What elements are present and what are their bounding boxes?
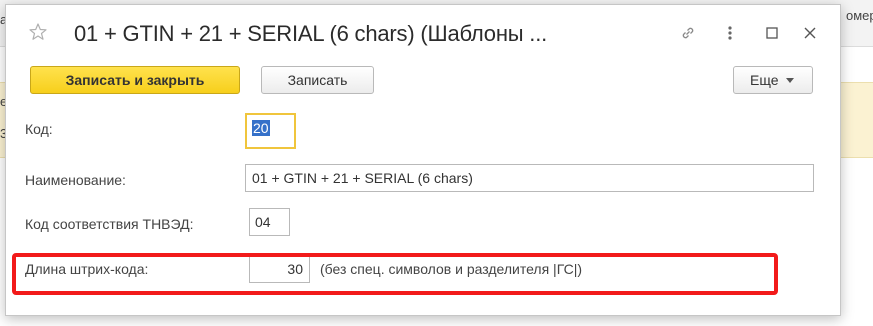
barcode-length-note: (без спец. символов и разделителя |ГС|) [320,261,583,277]
more-vertical-icon[interactable] [720,23,740,43]
name-input[interactable]: 01 + GTIN + 21 + SERIAL (6 chars) [245,164,814,192]
tnved-input[interactable]: 04 [249,208,290,236]
chevron-down-icon [785,77,794,83]
tnved-label: Код соответствия ТНВЭД: [25,216,194,232]
save-button[interactable]: Записать [261,66,374,94]
barcode-length-label: Длина штрих-кода: [25,261,149,277]
maximize-icon[interactable] [762,23,782,43]
tnved-value: 04 [255,214,271,230]
code-label: Код: [25,121,53,137]
dialog-title: 01 + GTIN + 21 + SERIAL (6 chars) (Шабло… [74,21,548,46]
star-icon[interactable] [28,22,48,42]
record-dialog: 01 + GTIN + 21 + SERIAL (6 chars) (Шабло… [5,4,841,316]
background-column-header: омер [846,8,873,23]
more-button[interactable]: Еще [733,66,813,94]
close-icon[interactable] [800,23,820,43]
code-input[interactable]: 20 [245,113,296,149]
barcode-length-value: 30 [287,261,303,277]
barcode-length-input[interactable]: 30 [249,255,310,283]
link-icon[interactable] [678,23,698,43]
code-value: 20 [252,120,270,136]
more-button-label: Еще [750,72,779,88]
name-label: Наименование: [25,172,126,188]
save-and-close-button[interactable]: Записать и закрыть [30,66,240,94]
name-value: 01 + GTIN + 21 + SERIAL (6 chars) [252,170,473,186]
